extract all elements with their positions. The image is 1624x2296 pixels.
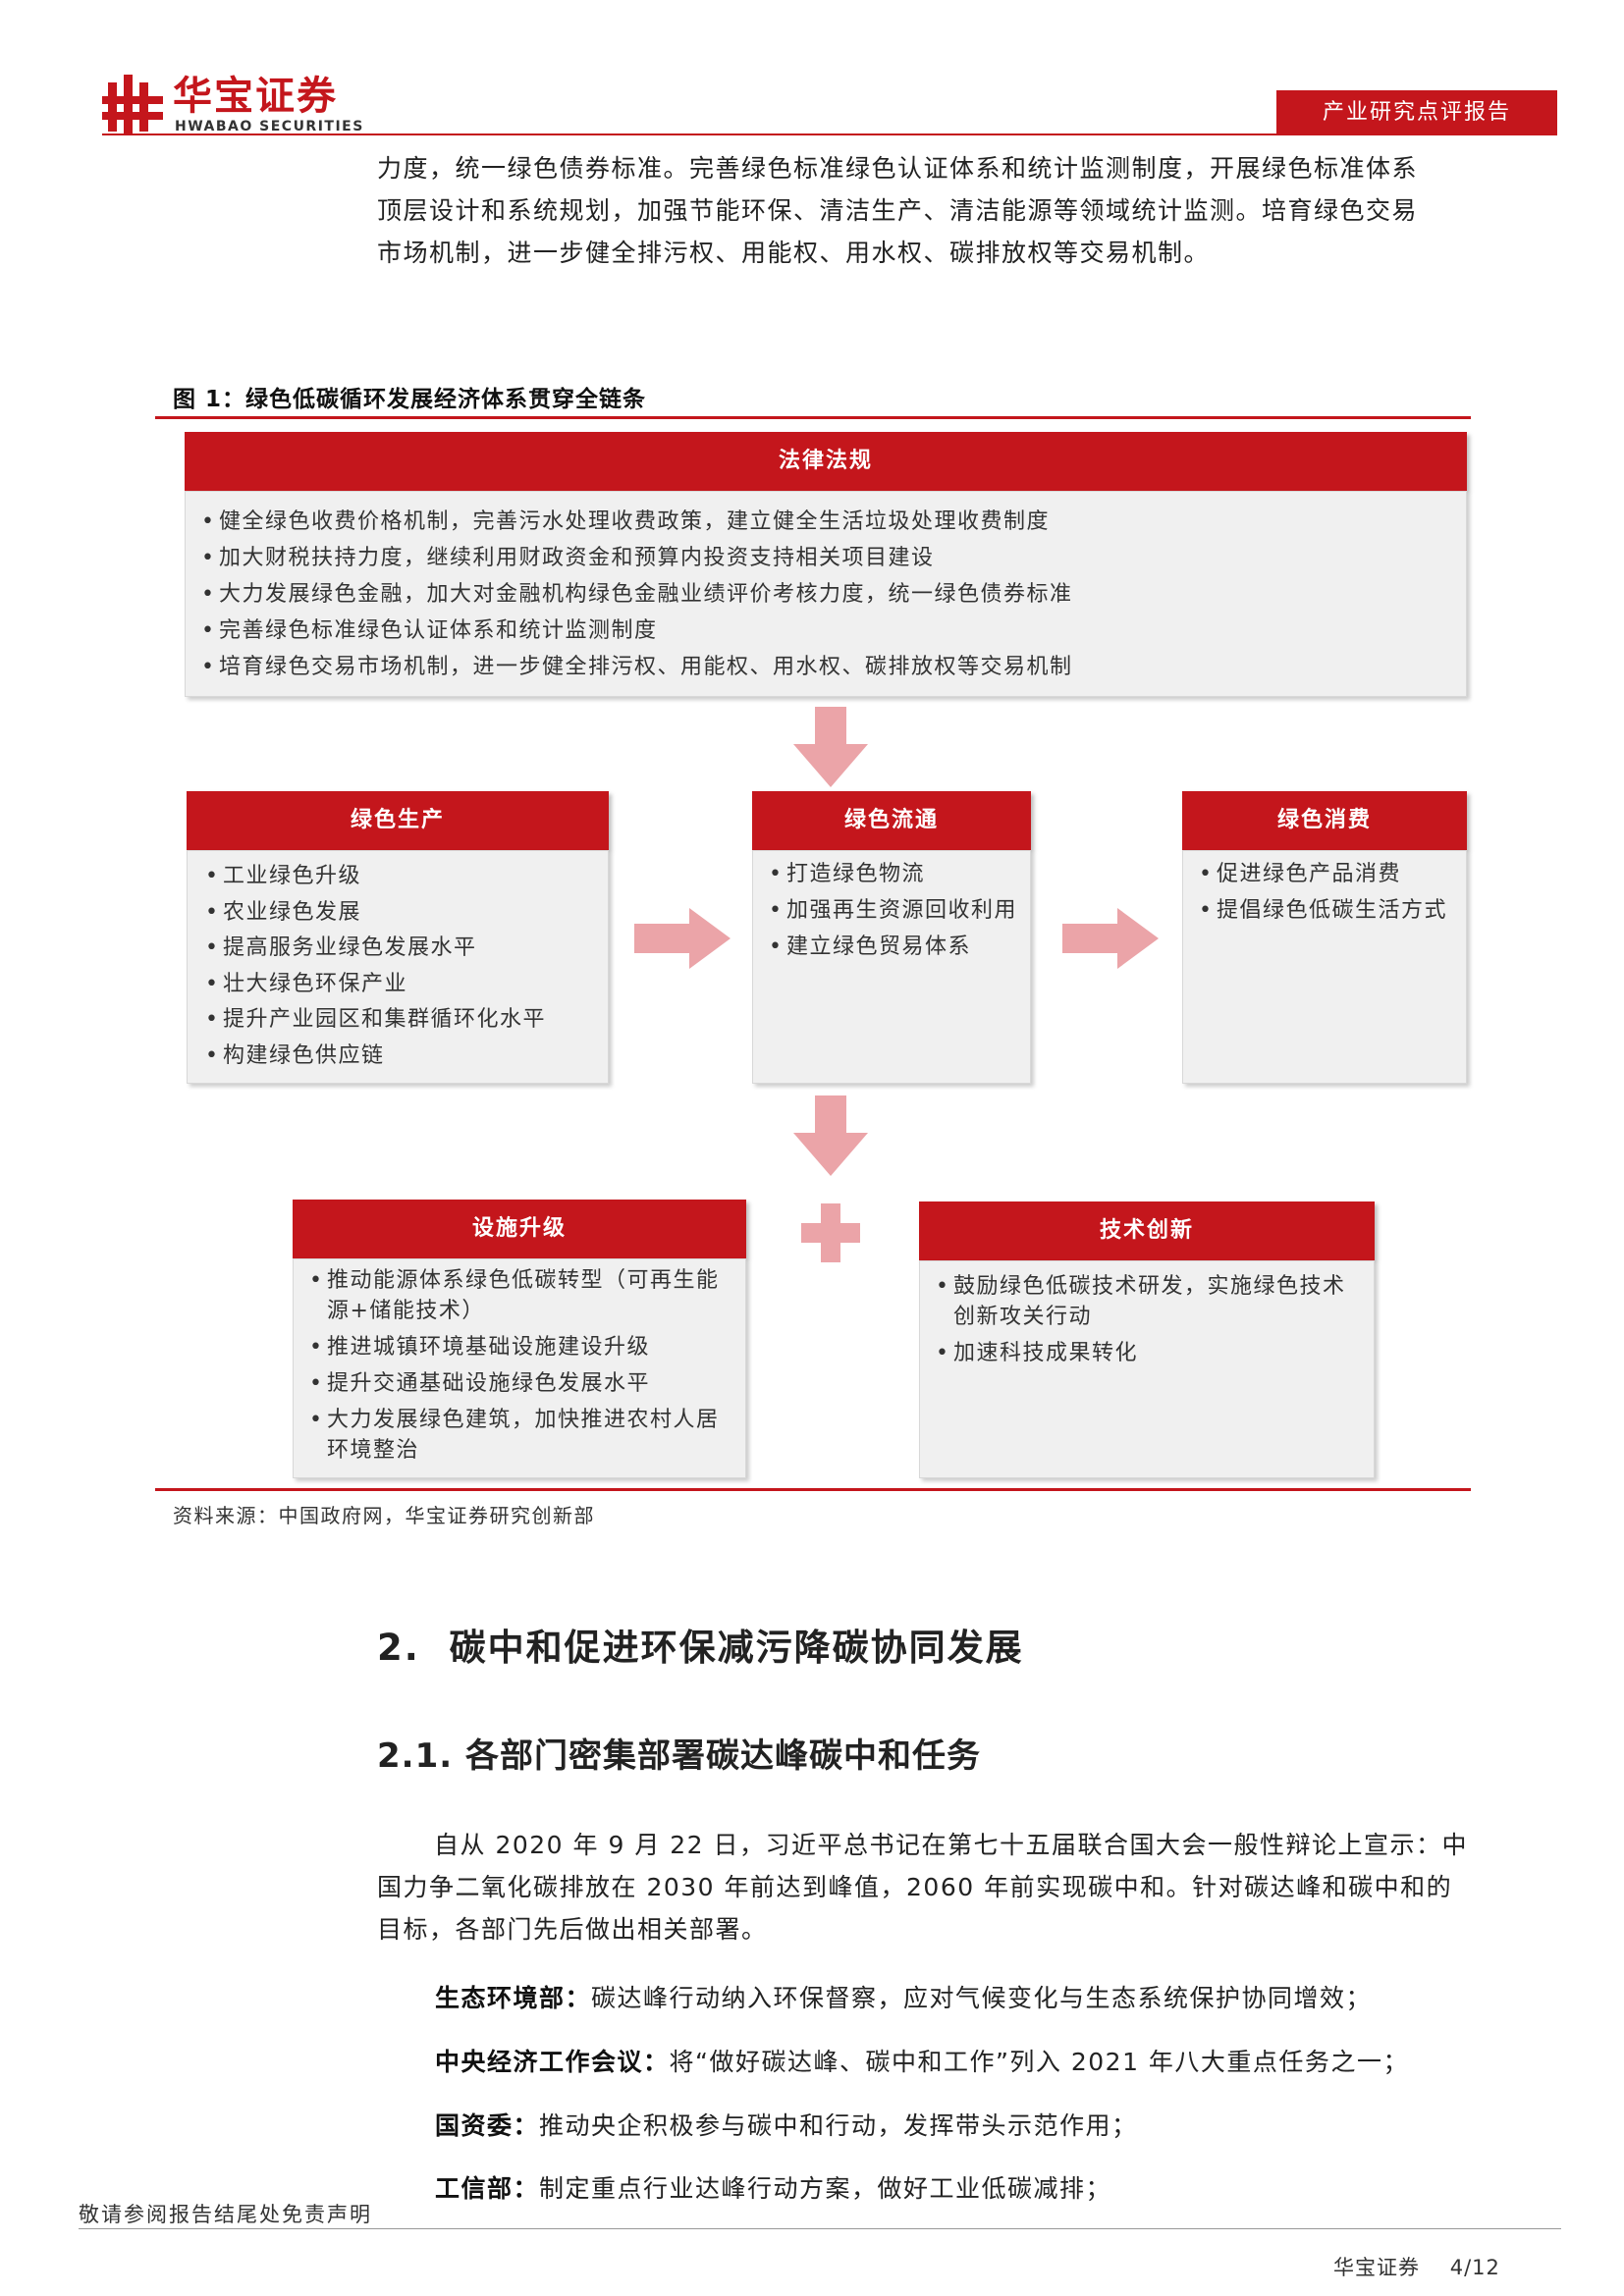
subsection-number: 2.1. [377,1736,454,1776]
arrow-right-icon [1062,908,1159,969]
header-divider [102,133,1276,135]
figure-bottom-rule [155,1488,1471,1491]
law-box-title: 法律法规 [185,432,1467,491]
plus-icon [801,1203,860,1262]
infrastructure-box-title: 设施升级 [293,1200,746,1258]
list-item: 大力发展绿色金融，加大对金融机构绿色金融业绩评价考核力度，统一绿色债券标准 [197,576,1456,613]
footer-page-info: 华宝证券 4/12 [1333,2252,1500,2281]
production-box-body: 工业绿色升级 农业绿色发展 提高服务业绿色发展水平 壮大绿色环保产业 提升产业园… [187,850,609,1084]
department-name: 国资委： [435,2111,540,2140]
innovation-box-body: 鼓励绿色低碳技术研发，实施绿色技术创新攻关行动 加速科技成果转化 [919,1260,1375,1478]
department-item: 国资委：推动央企积极参与碳中和行动，发挥带头示范作用； [435,2107,1138,2142]
logo-text-en: HWABAO SECURITIES [175,119,364,134]
arrow-down-icon [793,1095,868,1176]
list-item: 促进绿色产品消费 [1195,859,1458,889]
text-line: 目标，各部门先后做出相关部署。 [377,1915,768,1944]
list-item: 工业绿色升级 [201,859,602,895]
figure-top-rule [155,416,1471,419]
list-item: 提高服务业绿色发展水平 [201,931,602,967]
arrow-down-icon [793,707,868,787]
department-item: 生态环境部：碳达峰行动纳入环保督察，应对气候变化与生态系统保护协同增效； [435,1979,1372,2014]
consumption-box-body: 促进绿色产品消费 提倡绿色低碳生活方式 [1182,850,1467,1084]
figure-title: 图 1：绿色低碳循环发展经济体系贯穿全链条 [173,387,647,412]
production-box-title: 绿色生产 [187,791,609,850]
list-item: 加速科技成果转化 [932,1338,1366,1368]
footer-brand: 华宝证券 [1333,2256,1420,2279]
section-number: 2. [377,1627,420,1669]
department-text: 将“做好碳达峰、碳中和工作”列入 2021 年八大重点任务之一； [669,2048,1409,2076]
subsection-heading: 2.1. 各部门密集部署碳达峰碳中和任务 [377,1729,981,1777]
list-item: 健全绿色收费价格机制，完善污水处理收费政策，建立健全生活垃圾处理收费制度 [197,504,1456,540]
list-item: 提倡绿色低碳生活方式 [1195,895,1458,926]
department-text: 推动央企积极参与碳中和行动，发挥带头示范作用； [539,2111,1138,2140]
list-item: 提升产业园区和集群循环化水平 [201,1002,602,1039]
intro-paragraph: 力度，统一绿色债券标准。完善绿色标准绿色认证体系和统计监测制度，开展绿色标准体系… [377,147,1418,274]
section-heading: 2. 碳中和促进环保减污降碳协同发展 [377,1618,1024,1671]
list-item: 提升交通基础设施绿色发展水平 [305,1368,737,1399]
list-item: 打造绿色物流 [765,859,1022,889]
department-name: 中央经济工作会议： [435,2048,670,2076]
arrow-right-icon [634,908,731,969]
subsection-title: 各部门密集部署碳达峰碳中和任务 [465,1736,981,1776]
footer-disclaimer: 敬请参阅报告结尾处免责声明 [79,2203,372,2226]
list-item: 完善绿色标准绿色认证体系和统计监测制度 [197,613,1456,649]
text-line: 自从 2020 年 9 月 22 日，习近平总书记在第七十五届联合国大会一般性辩… [434,1831,1469,1859]
department-text: 制定重点行业达峰行动方案，做好工业低碳减排； [539,2174,1112,2203]
text-line: 顶层设计和系统规划，加强节能环保、清洁生产、清洁能源等领域统计监测。培育绿色交易 [377,196,1419,225]
list-item: 壮大绿色环保产业 [201,967,602,1003]
body-paragraph: 自从 2020 年 9 月 22 日，习近平总书记在第七十五届联合国大会一般性辩… [377,1824,1468,1950]
footer-divider [79,2228,1561,2229]
department-text: 碳达峰行动纳入环保督察，应对气候变化与生态系统保护协同增效； [591,1984,1373,2012]
list-item: 加强再生资源回收利用 [765,895,1022,926]
list-item: 构建绿色供应链 [201,1039,602,1075]
innovation-box-title: 技术创新 [919,1201,1375,1260]
list-item: 推进城镇环境基础设施建设升级 [305,1332,737,1362]
circulation-box-title: 绿色流通 [752,791,1031,850]
department-item: 工信部：制定重点行业达峰行动方案，做好工业低碳减排； [435,2169,1111,2205]
department-name: 工信部： [435,2174,540,2203]
law-box-body: 健全绿色收费价格机制，完善污水处理收费政策，建立健全生活垃圾处理收费制度 加大财… [185,491,1467,697]
text-line: 市场机制，进一步健全排污权、用能权、用水权、碳排放权等交易机制。 [377,239,1211,267]
section-title: 碳中和促进环保减污降碳协同发展 [449,1627,1024,1669]
department-name: 生态环境部： [435,1984,592,2012]
list-item: 大力发展绿色建筑，加快推进农村人居环境整治 [305,1405,737,1466]
list-item: 农业绿色发展 [201,895,602,932]
department-item: 中央经济工作会议：将“做好碳达峰、碳中和工作”列入 2021 年八大重点任务之一… [435,2043,1409,2078]
consumption-box-title: 绿色消费 [1182,791,1467,850]
list-item: 推动能源体系绿色低碳转型（可再生能源+储能技术） [305,1265,737,1326]
circulation-box-body: 打造绿色物流 加强再生资源回收利用 建立绿色贸易体系 [752,850,1031,1084]
list-item: 鼓励绿色低碳技术研发，实施绿色技术创新攻关行动 [932,1271,1366,1332]
report-type-badge: 产业研究点评报告 [1276,90,1557,135]
logo-icon [102,75,163,135]
list-item: 建立绿色贸易体系 [765,932,1022,962]
infrastructure-box-body: 推动能源体系绿色低碳转型（可再生能源+储能技术） 推进城镇环境基础设施建设升级 … [293,1258,746,1478]
list-item: 培育绿色交易市场机制，进一步健全排污权、用能权、用水权、碳排放权等交易机制 [197,649,1456,685]
list-item: 加大财税扶持力度，继续利用财政资金和预算内投资支持相关项目建设 [197,540,1456,576]
text-line: 力度，统一绿色债券标准。完善绿色标准绿色认证体系和统计监测制度，开展绿色标准体系 [377,154,1419,183]
figure-source: 资料来源：中国政府网，华宝证券研究创新部 [173,1504,595,1527]
logo-text-cn: 华宝证券 [173,74,338,119]
text-line: 国力争二氧化碳排放在 2030 年前达到峰值，2060 年前实现碳中和。针对碳达… [377,1873,1453,1901]
page-number: 4/12 [1449,2256,1500,2279]
